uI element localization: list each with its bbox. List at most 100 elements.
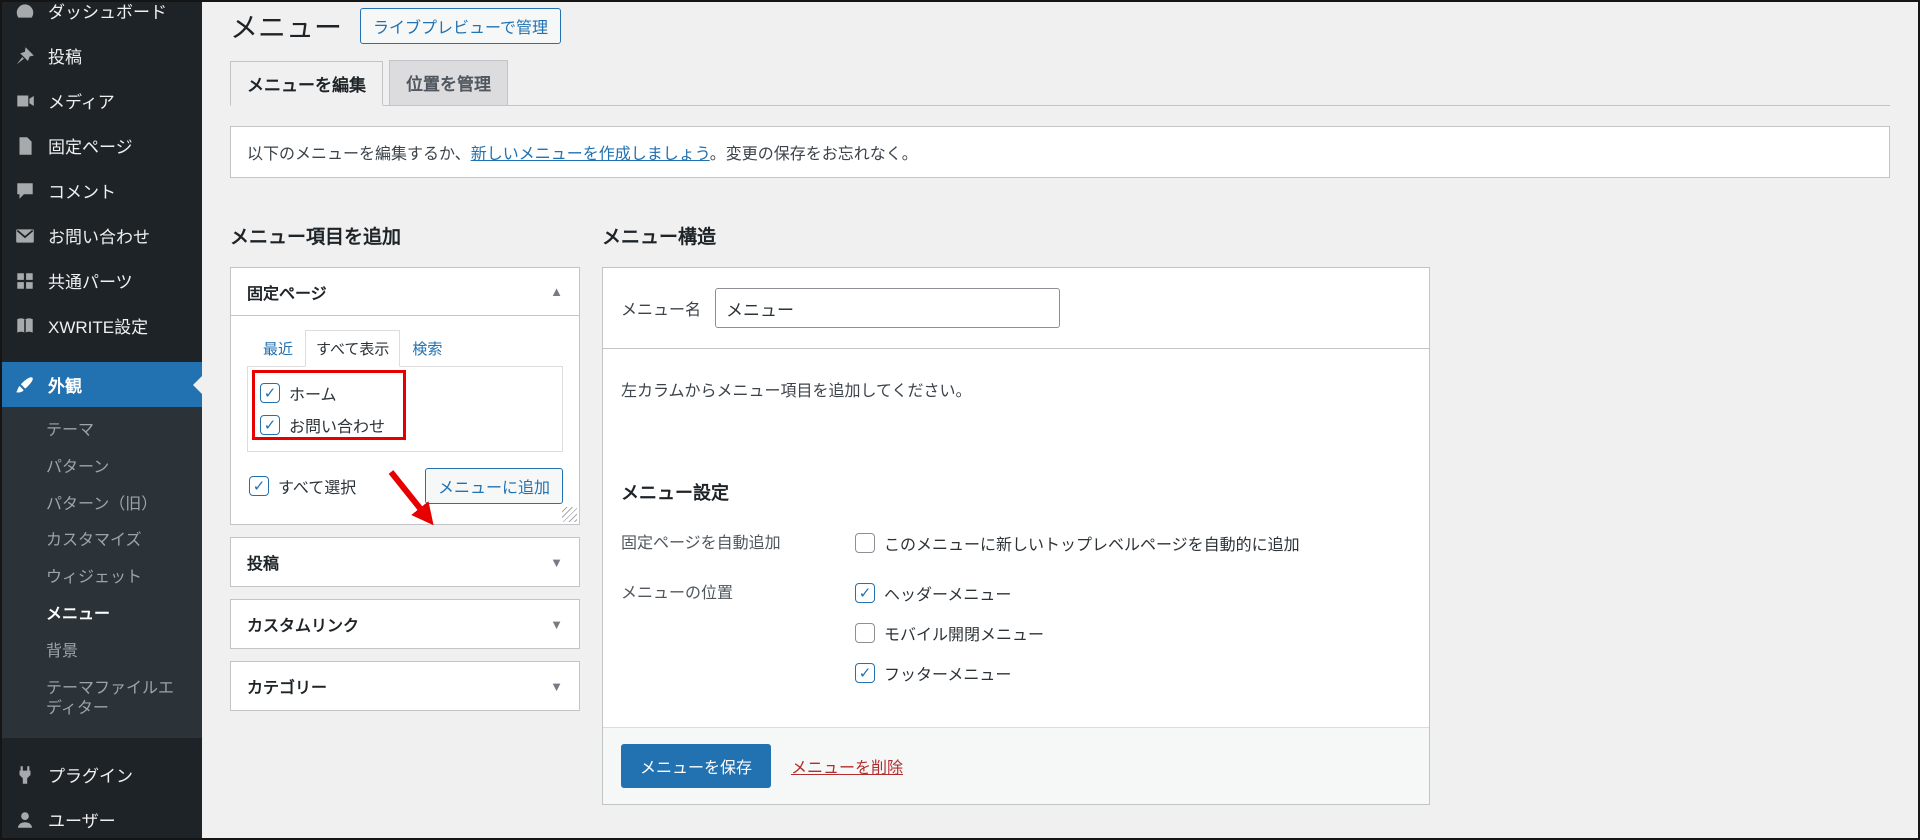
sidebar-item-xwrite-settings[interactable]: XWRITE設定 bbox=[2, 303, 202, 348]
brush-icon bbox=[14, 374, 36, 396]
sidebar-item-users[interactable]: ユーザー bbox=[2, 797, 202, 838]
tab-search[interactable]: 検索 bbox=[402, 331, 452, 366]
sidebar-item-common-parts[interactable]: 共通パーツ bbox=[2, 258, 202, 303]
edit-menu-notice: 以下のメニューを編集するか、新しいメニューを作成しましょう。変更の保存をお忘れな… bbox=[230, 126, 1890, 178]
select-all-label: すべて選択 bbox=[278, 480, 357, 497]
mail-icon bbox=[14, 225, 36, 247]
sidebar-item-label: 外観 bbox=[48, 377, 82, 396]
custom-links-postbox-title: カスタムリンク bbox=[247, 618, 360, 635]
auto-add-checkbox[interactable] bbox=[855, 533, 875, 553]
menu-name-input[interactable] bbox=[715, 288, 1061, 328]
home-checkbox[interactable] bbox=[260, 383, 280, 403]
create-menu-link[interactable]: 新しいメニューを作成しましょう bbox=[471, 146, 710, 163]
sidebar-item-label: メディア bbox=[48, 93, 115, 112]
page-item-contact[interactable]: お問い合わせ bbox=[258, 409, 552, 441]
page-item-label: お問い合わせ bbox=[289, 419, 386, 436]
sidebar-item-label: コメント bbox=[48, 183, 116, 202]
submenu-item-menus[interactable]: メニュー bbox=[2, 597, 202, 634]
mobile-menu-checkbox[interactable] bbox=[855, 623, 875, 643]
pages-postbox: 固定ページ ▲ 最近 すべて表示 検索 ホーム bbox=[230, 267, 580, 526]
submenu-item-patterns[interactable]: パターン bbox=[2, 450, 202, 487]
select-all-control[interactable]: すべて選択 bbox=[247, 470, 358, 502]
location-mobile-menu[interactable]: モバイル開閉メニュー bbox=[853, 617, 1046, 649]
posts-postbox: 投稿 ▼ bbox=[230, 537, 580, 587]
menu-structure-heading: メニュー構造 bbox=[602, 227, 717, 248]
menu-structure-column: メニュー構造 メニュー名 左カラムからメニュー項目を追加してください。 メニュー… bbox=[602, 222, 1430, 805]
submenu-item-background[interactable]: 背景 bbox=[2, 634, 202, 671]
location-header-menu[interactable]: ヘッダーメニュー bbox=[853, 577, 1046, 609]
contact-checkbox[interactable] bbox=[260, 415, 280, 435]
custom-links-postbox: カスタムリンク ▼ bbox=[230, 599, 580, 649]
sidebar-item-dashboard[interactable]: ダッシュボード bbox=[2, 2, 202, 33]
collapse-down-icon[interactable]: ▼ bbox=[550, 617, 563, 632]
auto-add-option[interactable]: このメニューに新しいトップレベルページを自動的に追加 bbox=[853, 527, 1302, 559]
sidebar-item-plugins[interactable]: プラグイン bbox=[2, 752, 202, 797]
pages-postbox-body: 最近 すべて表示 検索 ホーム お問い合わせ bbox=[231, 316, 579, 526]
dashboard-icon bbox=[14, 2, 36, 22]
book-icon bbox=[14, 315, 36, 337]
location-label: モバイル開閉メニュー bbox=[884, 627, 1045, 644]
tab-manage-locations[interactable]: 位置を管理 bbox=[389, 60, 508, 105]
collapse-down-icon[interactable]: ▼ bbox=[550, 555, 563, 570]
tab-edit-menus[interactable]: メニューを編集 bbox=[230, 61, 383, 106]
add-to-menu-button[interactable]: メニューに追加 bbox=[424, 468, 563, 504]
collapse-up-icon[interactable]: ▲ bbox=[550, 284, 563, 299]
menu-settings-heading: メニュー設定 bbox=[621, 483, 729, 503]
menu-edit-box: メニュー名 左カラムからメニュー項目を追加してください。 メニュー設定 固定ペー… bbox=[602, 267, 1430, 805]
delete-menu-link[interactable]: メニューを削除 bbox=[791, 754, 903, 778]
categories-postbox-header[interactable]: カテゴリー ▼ bbox=[231, 662, 579, 710]
page-item-home[interactable]: ホーム bbox=[258, 377, 552, 409]
resize-handle[interactable] bbox=[562, 507, 577, 522]
collapse-down-icon[interactable]: ▼ bbox=[550, 679, 563, 694]
live-preview-button[interactable]: ライブプレビューで管理 bbox=[360, 8, 562, 44]
add-menu-items-column: メニュー項目を追加 固定ページ ▲ 最近 すべて表示 検索 ✓ ホーム ✓ お問… bbox=[230, 222, 580, 723]
tab-most-recent[interactable]: 最近 bbox=[253, 331, 303, 366]
empty-menu-message: 左カラムからメニュー項目を追加してください。 bbox=[621, 383, 972, 400]
notice-text-suffix: 。変更の保存をお忘れなく。 bbox=[709, 146, 918, 163]
sidebar-item-posts[interactable]: 投稿 bbox=[2, 33, 202, 78]
appearance-submenu: テーマ パターン パターン（旧） カスタマイズ ウィジェット メニュー 背景 テ… bbox=[2, 407, 202, 739]
save-menu-button[interactable]: メニューを保存 bbox=[621, 744, 772, 788]
sidebar-item-appearance[interactable]: 外観 bbox=[2, 362, 202, 407]
location-label: ヘッダーメニュー bbox=[884, 587, 1012, 604]
sidebar-item-label: ユーザー bbox=[48, 812, 116, 832]
sidebar-item-label: 投稿 bbox=[48, 48, 82, 67]
custom-links-postbox-header[interactable]: カスタムリンク ▼ bbox=[231, 600, 579, 648]
sidebar-item-label: XWRITE設定 bbox=[48, 318, 149, 337]
plugin-icon bbox=[14, 764, 36, 786]
nav-tab-bar: メニューを編集 位置を管理 bbox=[230, 60, 1890, 106]
categories-postbox: カテゴリー ▼ bbox=[230, 661, 580, 711]
select-all-checkbox[interactable] bbox=[249, 476, 269, 496]
user-icon bbox=[14, 809, 36, 831]
submenu-item-patterns-old[interactable]: パターン（旧） bbox=[2, 487, 202, 524]
tab-view-all[interactable]: すべて表示 bbox=[305, 330, 401, 367]
pin-icon bbox=[14, 45, 36, 67]
add-items-heading: メニュー項目を追加 bbox=[230, 227, 402, 248]
submenu-item-theme-editor[interactable]: テーマファイルエディター bbox=[2, 671, 202, 729]
posts-postbox-title: 投稿 bbox=[247, 556, 280, 573]
auto-add-option-label: このメニューに新しいトップレベルページを自動的に追加 bbox=[884, 537, 1300, 554]
sidebar-item-comments[interactable]: コメント bbox=[2, 168, 202, 213]
posts-postbox-header[interactable]: 投稿 ▼ bbox=[231, 538, 579, 586]
sidebar-item-contact[interactable]: お問い合わせ bbox=[2, 213, 202, 258]
grid-icon bbox=[14, 270, 36, 292]
location-label: フッターメニュー bbox=[884, 667, 1012, 684]
pages-postbox-header[interactable]: 固定ページ ▲ bbox=[231, 268, 579, 316]
pages-checklist-panel: ホーム お問い合わせ bbox=[247, 366, 563, 452]
submenu-item-themes[interactable]: テーマ bbox=[2, 413, 202, 450]
sidebar-item-label: お問い合わせ bbox=[48, 228, 150, 247]
page-title: メニュー bbox=[230, 12, 343, 43]
pages-quick-tabs: 最近 すべて表示 検索 bbox=[253, 330, 563, 367]
location-footer-menu[interactable]: フッターメニュー bbox=[853, 657, 1046, 689]
comments-icon bbox=[14, 180, 36, 202]
footer-menu-checkbox[interactable] bbox=[855, 663, 875, 683]
header-menu-checkbox[interactable] bbox=[855, 583, 875, 603]
submenu-item-customize[interactable]: カスタマイズ bbox=[2, 523, 202, 560]
sidebar-item-media[interactable]: メディア bbox=[2, 78, 202, 123]
pages-icon bbox=[14, 135, 36, 157]
auto-add-label: 固定ページを自動追加 bbox=[621, 535, 781, 552]
submenu-item-widgets[interactable]: ウィジェット bbox=[2, 560, 202, 597]
sidebar-item-pages[interactable]: 固定ページ bbox=[2, 123, 202, 168]
sidebar-item-label: プラグイン bbox=[48, 767, 133, 787]
page-item-label: ホーム bbox=[289, 387, 337, 404]
